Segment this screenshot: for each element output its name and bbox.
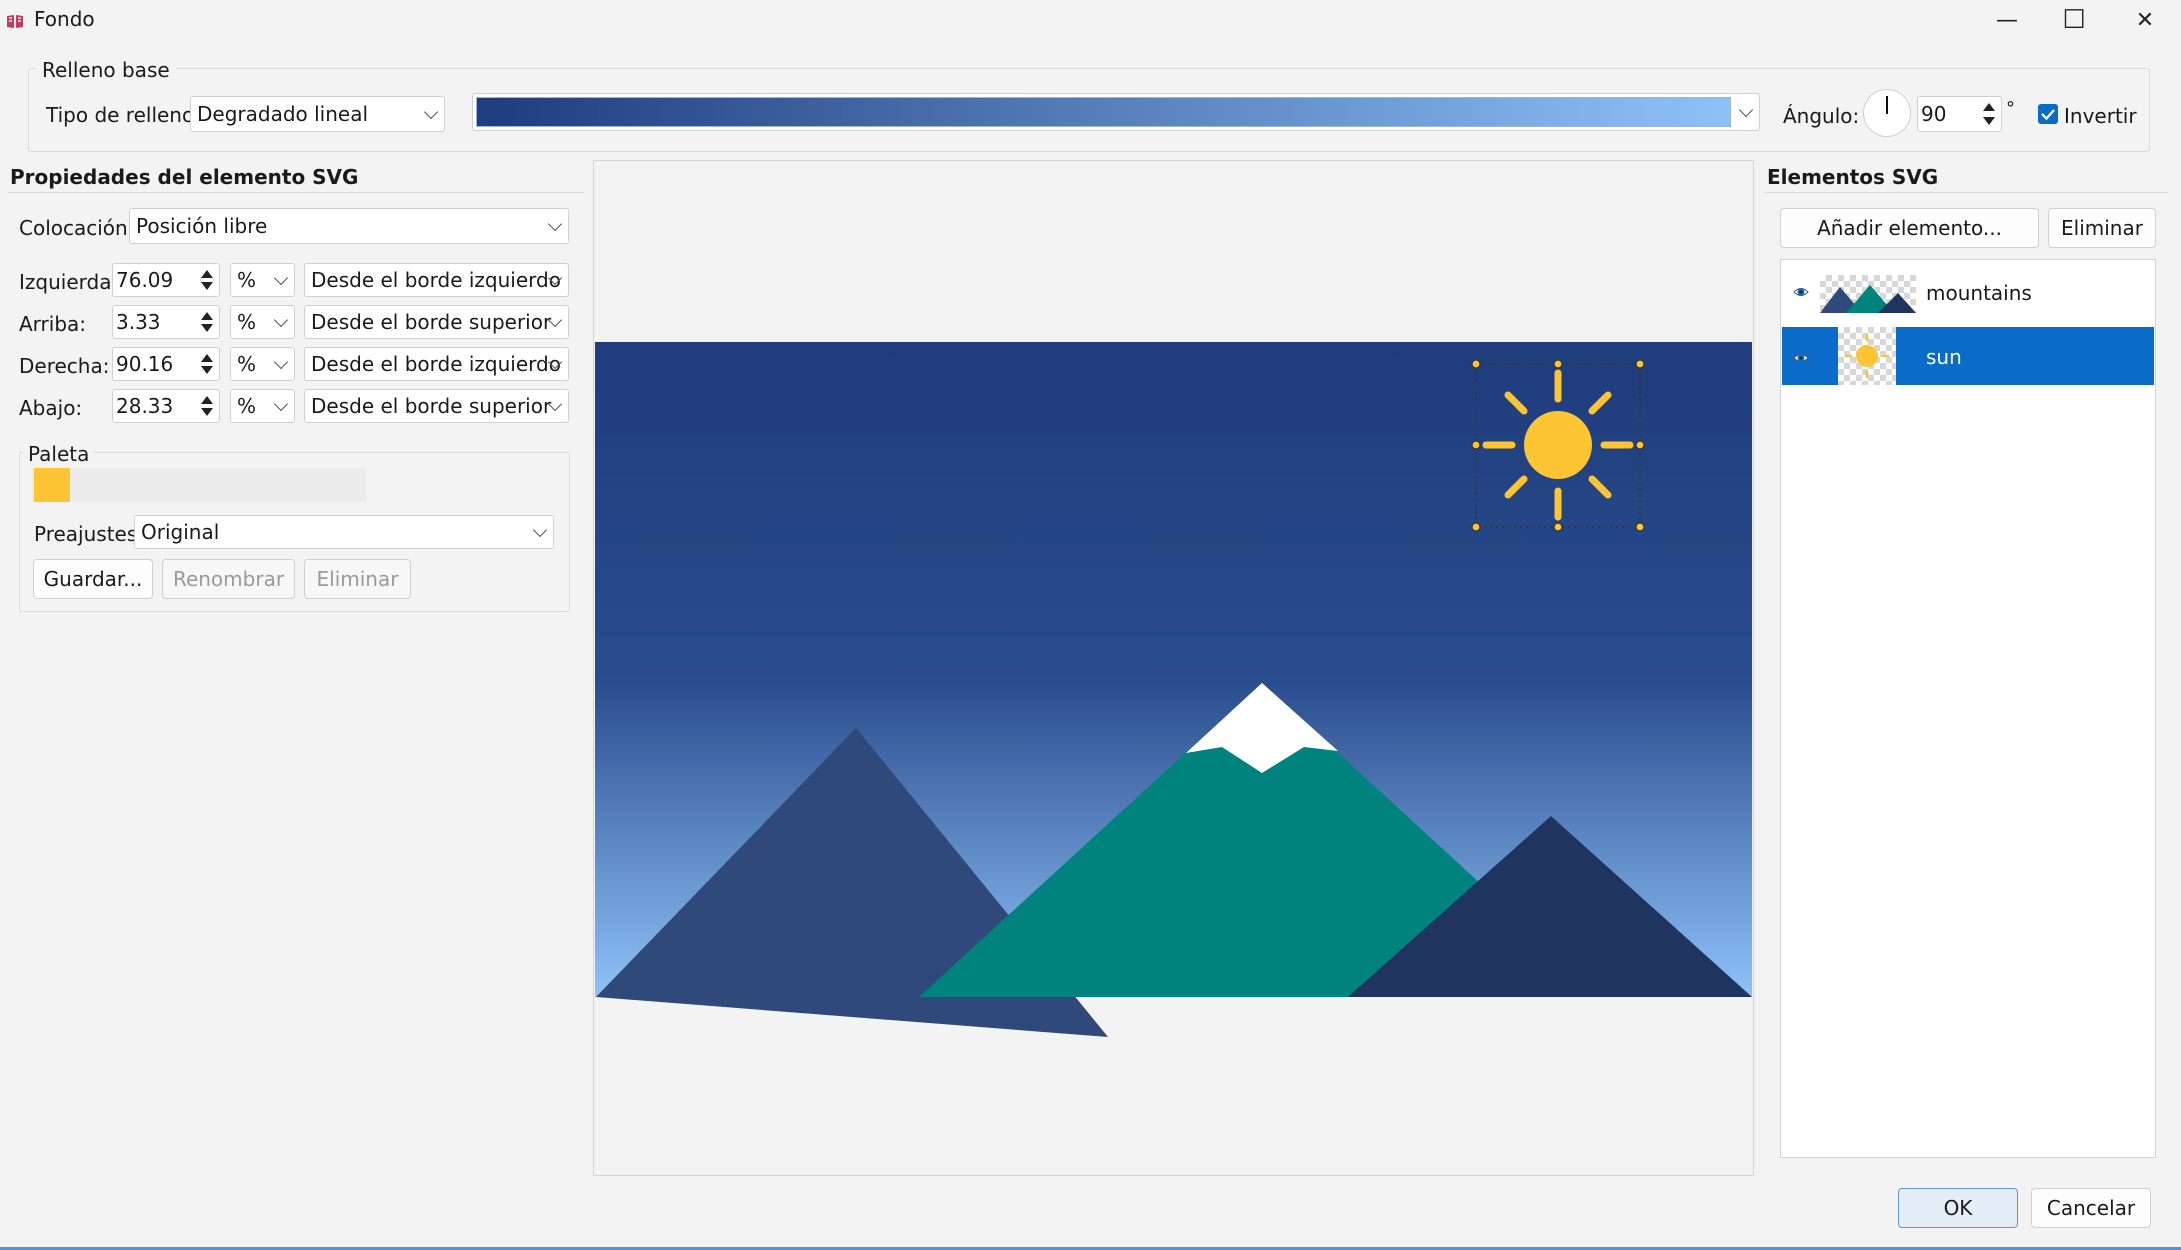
minimize-button[interactable]: — bbox=[1978, 0, 2036, 40]
right-unit: % bbox=[237, 352, 257, 376]
top-value-spinbox[interactable]: 3.33 bbox=[112, 305, 220, 339]
bottom-unit: % bbox=[237, 394, 257, 418]
left-value-spinbox[interactable]: 76.09 bbox=[112, 263, 220, 297]
right-value-spinbox[interactable]: 90.16 bbox=[112, 347, 220, 381]
mountains-thumbnail bbox=[1820, 275, 1916, 313]
list-item-label: mountains bbox=[1926, 281, 2032, 305]
left-unit: % bbox=[237, 268, 257, 292]
spin-up-icon[interactable] bbox=[201, 270, 213, 278]
angle-spinbox[interactable]: 90 bbox=[1917, 96, 2002, 132]
chevron-down-icon bbox=[532, 522, 548, 538]
bottom-label: Abajo: bbox=[19, 396, 83, 420]
left-unit-select[interactable]: % bbox=[230, 263, 295, 297]
spin-up-icon[interactable] bbox=[201, 396, 213, 404]
chevron-down-icon bbox=[273, 354, 289, 370]
save-preset-button[interactable]: Guardar... bbox=[33, 559, 153, 599]
spin-down-icon[interactable] bbox=[201, 324, 213, 332]
fill-type-value: Degradado lineal bbox=[197, 102, 369, 126]
invert-label[interactable]: Invertir bbox=[2064, 106, 2137, 126]
angle-dial-needle-icon bbox=[1886, 96, 1888, 114]
chevron-down-icon bbox=[547, 216, 563, 232]
eye-icon[interactable] bbox=[1793, 347, 1809, 363]
properties-heading: Propiedades del elemento SVG bbox=[10, 165, 359, 189]
bottom-from-select[interactable]: Desde el borde superior bbox=[304, 389, 569, 423]
angle-value: 90 bbox=[1921, 102, 1947, 126]
placement-select[interactable]: Posición libre bbox=[129, 208, 569, 244]
fill-type-label: Tipo de relleno: bbox=[46, 103, 201, 127]
elements-heading: Elementos SVG bbox=[1767, 165, 1939, 189]
delete-element-button[interactable]: Eliminar bbox=[2048, 208, 2156, 248]
list-item-label: sun bbox=[1926, 345, 1962, 369]
top-unit: % bbox=[237, 310, 257, 334]
bottom-from: Desde el borde superior bbox=[311, 394, 552, 418]
ok-button[interactable]: OK bbox=[1898, 1188, 2018, 1228]
chevron-down-icon bbox=[273, 312, 289, 328]
preview-panel bbox=[593, 160, 1754, 1176]
top-from: Desde el borde superior bbox=[311, 310, 552, 334]
presets-label: Preajustes: bbox=[34, 522, 145, 546]
spin-up-icon[interactable] bbox=[1983, 103, 1995, 111]
placement-label: Colocación: bbox=[19, 216, 135, 240]
chevron-down-icon bbox=[273, 396, 289, 412]
cancel-button[interactable]: Cancelar bbox=[2031, 1188, 2151, 1228]
top-unit-select[interactable]: % bbox=[230, 305, 295, 339]
chevron-down-icon bbox=[273, 270, 289, 286]
title-bar: Fondo — ☐ ✕ bbox=[0, 0, 2181, 40]
eye-icon[interactable] bbox=[1793, 281, 1809, 297]
palette-strip bbox=[32, 468, 366, 502]
degree-symbol: ° bbox=[2006, 98, 2015, 119]
properties-divider bbox=[8, 192, 584, 193]
elements-list[interactable]: mountains sun bbox=[1780, 259, 2156, 1158]
sun-element bbox=[1482, 369, 1634, 521]
spin-down-icon[interactable] bbox=[1983, 117, 1995, 125]
spin-down-icon[interactable] bbox=[201, 282, 213, 290]
elements-divider bbox=[1764, 192, 2168, 193]
right-value: 90.16 bbox=[116, 352, 174, 376]
delete-preset-button[interactable]: Eliminar bbox=[304, 559, 411, 599]
spin-up-icon[interactable] bbox=[201, 312, 213, 320]
sun-thumbnail bbox=[1838, 327, 1896, 385]
check-icon bbox=[2041, 109, 2055, 121]
top-value: 3.33 bbox=[116, 310, 161, 334]
bottom-value-spinbox[interactable]: 28.33 bbox=[112, 389, 220, 423]
add-element-button[interactable]: Añadir elemento... bbox=[1780, 208, 2039, 248]
spin-down-icon[interactable] bbox=[201, 366, 213, 374]
right-from-select[interactable]: Desde el borde izquierdo bbox=[304, 347, 569, 381]
right-unit-select[interactable]: % bbox=[230, 347, 295, 381]
rename-preset-button[interactable]: Renombrar bbox=[162, 559, 295, 599]
bottom-unit-select[interactable]: % bbox=[230, 389, 295, 423]
top-from-select[interactable]: Desde el borde superior bbox=[304, 305, 569, 339]
left-value: 76.09 bbox=[116, 268, 174, 292]
presets-select[interactable]: Original bbox=[134, 515, 554, 549]
left-label: Izquierda: bbox=[19, 270, 119, 294]
angle-label: Ángulo: bbox=[1783, 104, 1860, 128]
left-from-select[interactable]: Desde el borde izquierdo bbox=[304, 263, 569, 297]
chevron-down-icon bbox=[1738, 102, 1754, 118]
close-button[interactable]: ✕ bbox=[2116, 0, 2174, 40]
spin-up-icon[interactable] bbox=[201, 354, 213, 362]
gradient-preview bbox=[476, 97, 1731, 127]
left-from: Desde el borde izquierdo bbox=[311, 268, 561, 292]
gradient-picker[interactable] bbox=[472, 93, 1760, 131]
presets-value: Original bbox=[141, 520, 220, 544]
right-from: Desde el borde izquierdo bbox=[311, 352, 561, 376]
app-icon bbox=[6, 10, 24, 28]
preview-canvas[interactable] bbox=[594, 161, 1753, 1175]
right-label: Derecha: bbox=[19, 354, 110, 378]
bottom-value: 28.33 bbox=[116, 394, 174, 418]
placement-value: Posición libre bbox=[136, 214, 268, 238]
palette-swatch[interactable] bbox=[34, 468, 70, 502]
window-title: Fondo bbox=[34, 7, 95, 31]
list-item[interactable]: mountains bbox=[1782, 261, 2154, 317]
maximize-button[interactable]: ☐ bbox=[2045, 0, 2103, 40]
invert-checkbox[interactable] bbox=[2038, 104, 2058, 124]
top-label: Arriba: bbox=[19, 312, 87, 336]
list-item-selected[interactable]: sun bbox=[1782, 327, 2154, 385]
angle-dial[interactable] bbox=[1863, 89, 1911, 137]
base-fill-group-label: Relleno base bbox=[36, 60, 176, 80]
spin-down-icon[interactable] bbox=[201, 408, 213, 416]
palette-label: Paleta bbox=[24, 444, 94, 464]
fill-type-select[interactable]: Degradado lineal bbox=[190, 96, 445, 132]
chevron-down-icon bbox=[423, 104, 439, 120]
